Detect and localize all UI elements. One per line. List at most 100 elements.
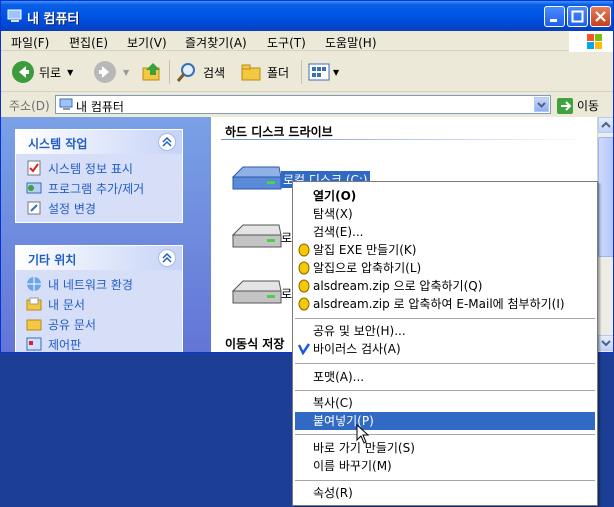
chevron-up-icon bbox=[601, 121, 611, 128]
alzip-icon bbox=[298, 279, 310, 293]
task-system-info[interactable]: 시스템 정보 표시 bbox=[16, 158, 182, 178]
network-icon bbox=[27, 277, 41, 291]
menu-create-shortcut[interactable]: 바로 가기 만들기(S) bbox=[295, 439, 595, 457]
address-value: 내 컴퓨터 bbox=[76, 100, 124, 114]
close-icon bbox=[595, 11, 606, 22]
scroll-thumb[interactable] bbox=[598, 137, 613, 257]
other-places-title: 기타 위치 bbox=[28, 253, 77, 267]
scroll-up-button[interactable] bbox=[598, 117, 613, 133]
menu-paste[interactable]: 붙여넣기(P) bbox=[295, 412, 595, 430]
computer-icon bbox=[7, 8, 23, 24]
system-tasks-panel: 시스템 작업 시스템 정보 표시 프로그램 추가/제거 설정 변경 bbox=[15, 129, 183, 223]
back-dropdown-icon[interactable]: ▼ bbox=[67, 68, 73, 77]
settings-icon bbox=[27, 201, 41, 215]
views-dropdown-icon[interactable]: ▼ bbox=[333, 68, 339, 77]
drive-c-icon[interactable] bbox=[227, 163, 287, 195]
menu-separator bbox=[295, 363, 595, 364]
address-input[interactable]: 내 컴퓨터 bbox=[55, 95, 551, 114]
forward-button[interactable]: ▼ bbox=[93, 60, 129, 84]
views-button[interactable]: ▼ bbox=[307, 60, 339, 84]
close-button[interactable] bbox=[590, 6, 611, 27]
drive-icon[interactable] bbox=[227, 221, 287, 253]
task-pane: 시스템 작업 시스템 정보 표시 프로그램 추가/제거 설정 변경 기타 위치 … bbox=[1, 117, 211, 352]
menu-tools[interactable]: 도구(T) bbox=[267, 34, 306, 51]
folders-button[interactable]: 폴더 bbox=[239, 60, 289, 84]
place-label: 내 네트워크 환경 bbox=[48, 277, 133, 292]
place-label: 공유 문서 bbox=[48, 317, 96, 332]
menu-separator bbox=[295, 480, 595, 481]
menu-properties[interactable]: 속성(R) bbox=[295, 484, 595, 502]
menu-label: 바이러스 검사(A) bbox=[313, 342, 401, 356]
menu-favorites[interactable]: 즐겨찾기(A) bbox=[185, 34, 247, 51]
up-folder-button[interactable] bbox=[141, 60, 163, 84]
menu-alzip-compress[interactable]: 알집으로 압축하기(L) bbox=[295, 259, 595, 277]
drive-label[interactable]: 로 bbox=[281, 285, 292, 302]
menu-help[interactable]: 도움말(H) bbox=[325, 34, 377, 51]
menu-rename[interactable]: 이름 바꾸기(M) bbox=[295, 457, 595, 475]
system-info-icon bbox=[27, 160, 41, 176]
task-change-settings[interactable]: 설정 변경 bbox=[16, 198, 182, 218]
menu-separator bbox=[295, 434, 595, 435]
forward-dropdown-icon[interactable]: ▼ bbox=[123, 68, 129, 77]
task-label: 설정 변경 bbox=[48, 201, 96, 216]
place-control-panel[interactable]: 제어판 bbox=[16, 334, 182, 352]
minimize-icon bbox=[550, 19, 557, 22]
menu-search[interactable]: 검색(E)... bbox=[295, 223, 595, 241]
menu-view[interactable]: 보기(V) bbox=[127, 34, 167, 51]
alzip-icon bbox=[298, 297, 310, 311]
go-arrow-icon bbox=[557, 97, 573, 114]
maximize-button[interactable] bbox=[567, 6, 588, 27]
place-my-documents[interactable]: 내 문서 bbox=[16, 294, 182, 314]
drive-label[interactable]: 로 bbox=[281, 229, 292, 246]
menu-explore[interactable]: 탐색(X) bbox=[295, 205, 595, 223]
collapse-up-icon[interactable] bbox=[158, 249, 176, 267]
menu-copy[interactable]: 복사(C) bbox=[295, 394, 595, 412]
back-button[interactable]: 뒤로 ▼ bbox=[11, 60, 73, 84]
menu-sharing-security[interactable]: 공유 및 보안(H)... bbox=[295, 322, 595, 340]
computer-icon bbox=[59, 98, 73, 110]
documents-folder-icon bbox=[26, 297, 42, 311]
back-label: 뒤로 bbox=[39, 65, 62, 80]
menu-alzip-email[interactable]: alsdream.zip 로 압축하여 E-Mail에 첨부하기(I) bbox=[295, 295, 595, 313]
drive-icon[interactable] bbox=[227, 277, 287, 309]
menu-format[interactable]: 포맷(A)... bbox=[295, 368, 595, 386]
collapse-up-icon[interactable] bbox=[158, 133, 176, 151]
place-label: 내 문서 bbox=[48, 297, 85, 312]
chevron-down-icon bbox=[537, 102, 546, 108]
menu-alzip-exe[interactable]: 알집 EXE 만들기(K) bbox=[295, 241, 595, 259]
removable-section-title: 이동식 저장 bbox=[225, 337, 285, 351]
add-remove-programs-icon bbox=[26, 182, 42, 194]
system-tasks-header[interactable]: 시스템 작업 bbox=[16, 130, 182, 154]
toolbar: 뒤로 ▼ ▼ 검색 폴더 ▼ bbox=[1, 52, 613, 92]
address-bar: 주소(D) 내 컴퓨터 이동 bbox=[1, 93, 613, 117]
place-label: 제어판 bbox=[48, 337, 82, 352]
menu-bar: 파일(F) 편집(E) 보기(V) 즐겨찾기(A) 도구(T) 도움말(H) bbox=[1, 31, 613, 53]
folders-label: 폴더 bbox=[267, 65, 290, 80]
go-label: 이동 bbox=[577, 99, 600, 113]
go-button[interactable]: 이동 bbox=[557, 97, 599, 114]
back-arrow-icon bbox=[12, 61, 34, 83]
menu-virus-scan[interactable]: 바이러스 검사(A) bbox=[295, 340, 595, 358]
menu-open[interactable]: 열기(O) bbox=[295, 187, 595, 205]
menu-file[interactable]: 파일(F) bbox=[11, 34, 49, 51]
title-bar[interactable]: 내 컴퓨터 bbox=[1, 1, 613, 31]
control-panel-icon bbox=[26, 337, 42, 351]
menu-edit[interactable]: 편집(E) bbox=[69, 34, 108, 51]
address-dropdown-button[interactable] bbox=[534, 97, 549, 112]
menu-alzip-zip[interactable]: alsdream.zip 으로 압축하기(Q) bbox=[295, 277, 595, 295]
section-divider bbox=[221, 139, 591, 140]
menu-separator bbox=[295, 390, 595, 391]
other-places-header[interactable]: 기타 위치 bbox=[16, 246, 182, 270]
hdd-section-title: 하드 디스크 드라이브 bbox=[225, 125, 333, 139]
search-button[interactable]: 검색 bbox=[175, 60, 225, 84]
scroll-down-button[interactable] bbox=[598, 335, 613, 351]
search-icon bbox=[176, 63, 195, 82]
menu-separator bbox=[295, 318, 595, 319]
vertical-scrollbar[interactable] bbox=[597, 117, 613, 352]
window-title: 내 컴퓨터 bbox=[27, 12, 80, 27]
minimize-button[interactable] bbox=[544, 6, 565, 27]
views-grid-icon bbox=[308, 63, 330, 81]
place-shared-documents[interactable]: 공유 문서 bbox=[16, 314, 182, 334]
task-add-remove-programs[interactable]: 프로그램 추가/제거 bbox=[16, 178, 182, 198]
place-network[interactable]: 내 네트워크 환경 bbox=[16, 274, 182, 294]
